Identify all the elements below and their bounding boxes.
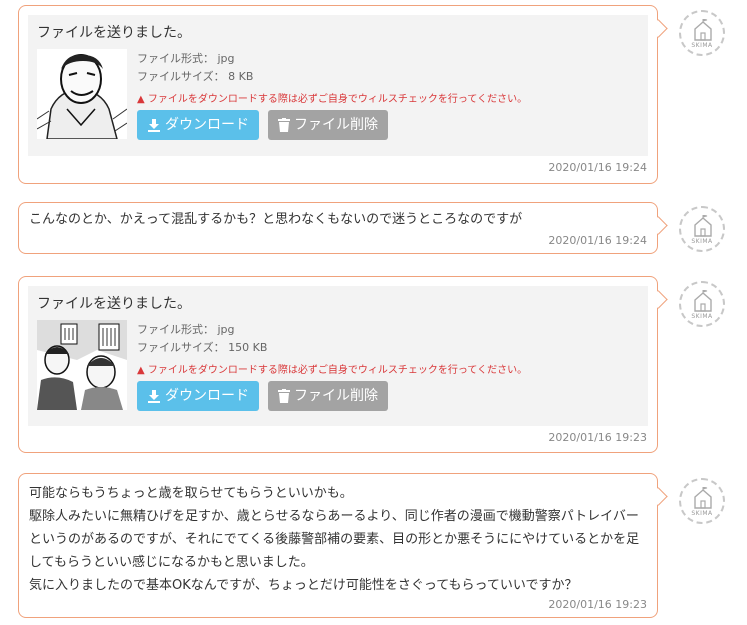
message-text: 気に入りましたので基本OKなんですが、ちょっとだけ可能性をさぐってもらっていいで…	[29, 578, 578, 593]
delete-file-button[interactable]: ファイル削除	[268, 381, 388, 411]
timestamp: 2020/01/16 19:23	[548, 598, 647, 611]
virus-warning: ▲ ファイルをダウンロードする際は必ずご自身でウィルスチェックを行ってください。	[137, 90, 527, 105]
avatar-label: SKIMA	[691, 42, 713, 49]
warning-text: ファイルをダウンロードする際は必ずご自身でウィルスチェックを行ってください。	[147, 365, 528, 376]
file-format: ファイル形式： jpg	[137, 52, 235, 65]
download-icon	[148, 119, 160, 132]
virus-warning: ▲ ファイルをダウンロードする際は必ずご自身でウィルスチェックを行ってください。	[137, 361, 527, 376]
avatar-label: SKIMA	[691, 238, 713, 245]
avatar: SKIMA	[679, 10, 725, 56]
trash-icon	[278, 389, 290, 403]
message-text: こんなのとか、かえって混乱するかも？と思わなくもないので迷うところなのですが	[29, 212, 523, 227]
message-bubble: こんなのとか、かえって混乱するかも？と思わなくもないので迷うところなのですが 2…	[18, 202, 658, 254]
avatar-label: SKIMA	[691, 313, 713, 320]
file-attachment: ファイルを送りました。 ファイル形式： jpg ファイルサイズ： 8 KB ▲ …	[28, 15, 648, 156]
file-title: ファイルを送りました。	[37, 296, 191, 312]
delete-label: ファイル削除	[294, 117, 378, 133]
message-bubble: ファイルを送りました。 ファイル形式： jpg ファイルサイズ： 8 KB ▲ …	[18, 5, 658, 184]
message-text: というのがあるのですが、それにでてくる後藤警部補の要素、目の形とか悪そうににやけ…	[29, 532, 640, 547]
warning-icon: ▲	[137, 365, 148, 376]
file-size: ファイルサイズ： 8 KB	[137, 70, 254, 83]
timestamp: 2020/01/16 19:24	[548, 234, 647, 247]
trash-icon	[278, 118, 290, 132]
file-thumbnail[interactable]	[37, 320, 127, 410]
avatar: SKIMA	[679, 206, 725, 252]
avatar-label: SKIMA	[691, 510, 713, 517]
message-text: してもらうといい感じになるかもと思いました。	[29, 555, 314, 570]
message-text: 可能ならもうちょっと歳を取らせてもらうといいかも。	[29, 486, 353, 501]
warning-text: ファイルをダウンロードする際は必ずご自身でウィルスチェックを行ってください。	[147, 94, 528, 105]
house-flag-icon	[694, 19, 712, 41]
house-flag-icon	[694, 487, 712, 509]
message-bubble: ファイルを送りました。 ファイル形式： jpg ファイルサイズ： 150 KB …	[18, 276, 658, 453]
timestamp: 2020/01/16 19:24	[548, 161, 647, 174]
file-thumbnail[interactable]	[37, 49, 127, 139]
warning-icon: ▲	[137, 94, 148, 105]
house-flag-icon	[694, 290, 712, 312]
avatar: SKIMA	[679, 478, 725, 524]
file-title: ファイルを送りました。	[37, 25, 191, 41]
download-label: ダウンロード	[165, 388, 249, 404]
file-attachment: ファイルを送りました。 ファイル形式： jpg ファイルサイズ： 150 KB …	[28, 286, 648, 426]
message-bubble: 可能ならもうちょっと歳を取らせてもらうといいかも。 駆除人みたいに無精ひげを足す…	[18, 473, 658, 618]
download-icon	[148, 390, 160, 403]
delete-file-button[interactable]: ファイル削除	[268, 110, 388, 140]
download-button[interactable]: ダウンロード	[137, 381, 259, 411]
message-text: 駆除人みたいに無精ひげを足すか、歳とらせるならあーるより、同じ作者の漫画で機動警…	[29, 509, 639, 524]
timestamp: 2020/01/16 19:23	[548, 431, 647, 444]
file-size: ファイルサイズ： 150 KB	[137, 341, 268, 354]
download-label: ダウンロード	[165, 117, 249, 133]
file-format: ファイル形式： jpg	[137, 323, 235, 336]
house-flag-icon	[694, 215, 712, 237]
download-button[interactable]: ダウンロード	[137, 110, 259, 140]
delete-label: ファイル削除	[294, 388, 378, 404]
avatar: SKIMA	[679, 281, 725, 327]
